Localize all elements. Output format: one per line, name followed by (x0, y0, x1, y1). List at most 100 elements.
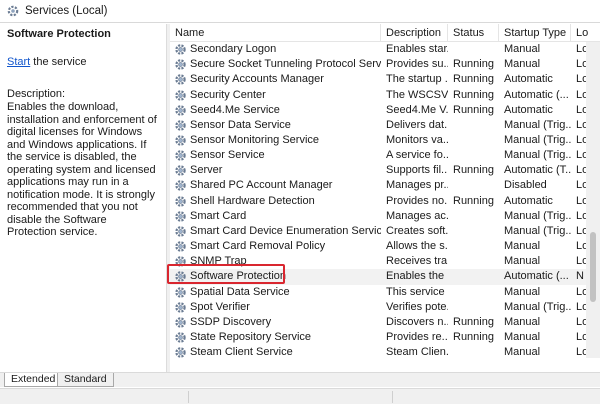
start-service-link[interactable]: Start (7, 56, 30, 68)
table-row[interactable]: SSDP Discovery Discovers n... Running Manua… (170, 315, 600, 330)
table-row[interactable]: Spot Verifier Verifies pote... Manual (Tri… (170, 300, 600, 315)
gear-icon (174, 58, 187, 71)
service-startup-cell: Manual (504, 331, 541, 344)
service-description-cell: Enables the ... (386, 270, 448, 283)
status-separator (188, 391, 189, 403)
service-startup-cell: Automatic (504, 103, 553, 116)
service-status-cell (448, 209, 499, 224)
table-row[interactable]: Secondary LogonEnables star...ManualLo (170, 42, 600, 57)
service-name-cell: Seed4.Me Service (170, 103, 381, 118)
service-description-cell: A service fo... (386, 149, 448, 162)
column-header-name[interactable]: Name (170, 24, 381, 42)
gear-icon (174, 104, 187, 117)
service-startup-cell: Automatic (504, 194, 553, 207)
service-status-cell (448, 148, 499, 163)
table-row[interactable]: Security Center The WSCSV... Running Automa… (170, 87, 600, 102)
column-header-log-on-as[interactable]: Lo (571, 24, 600, 42)
description-label: Description: (7, 88, 66, 100)
table-row[interactable]: Smart Card Removal Policy Allows the s...… (170, 239, 600, 254)
table-row[interactable]: Sensor Monitoring Service Monitors va... M… (170, 133, 600, 148)
vertical-scrollbar[interactable] (586, 42, 600, 358)
gear-icon (174, 89, 187, 102)
scrollbar-thumb[interactable] (590, 232, 596, 302)
gear-icon (174, 195, 187, 208)
table-row[interactable]: Smart CardManages ac...Manual (Trig...Lo (170, 209, 600, 224)
table-row[interactable]: Smart Card Device Enumeration Service Cre… (170, 224, 600, 239)
service-name: Secure Socket Tunneling Protocol Service (190, 58, 381, 71)
service-startup-cell: Manual (504, 315, 541, 328)
service-name-cell: Smart Card (170, 209, 381, 224)
service-status-cell (448, 300, 499, 315)
service-name-cell: Steam Client Service (170, 345, 381, 360)
service-status-cell (448, 345, 499, 360)
service-name-cell: Security Center (170, 88, 381, 103)
gear-icon (174, 301, 187, 314)
service-status-cell (448, 239, 499, 254)
gear-icon (174, 255, 187, 268)
table-row[interactable]: Server Supports fil... Running Automatic (T… (170, 163, 600, 178)
gear-icon (174, 210, 187, 223)
table-row[interactable]: Spatial Data Service This service ... Manu… (170, 285, 600, 300)
table-row[interactable]: SNMP TrapReceives tra...ManualLo (170, 254, 600, 269)
service-name: Security Accounts Manager (190, 73, 324, 86)
service-name-cell: Security Accounts Manager (170, 72, 381, 87)
window-title: Services (Local) (25, 5, 108, 17)
service-startup-cell: Automatic (... (504, 270, 569, 283)
column-header-description[interactable]: Description (381, 24, 448, 42)
column-header-startup-type[interactable]: Startup Type (499, 24, 571, 42)
gear-icon (174, 149, 187, 162)
gear-icon (174, 119, 187, 132)
table-row[interactable]: Shared PC Account Manager Manages pr... Di… (170, 178, 600, 193)
service-name-cell: Shared PC Account Manager (170, 178, 381, 193)
status-bar (0, 388, 600, 404)
service-status-cell: Running (453, 103, 494, 116)
service-startup-cell: Automatic (... (504, 88, 569, 101)
service-startup-cell: Manual (Trig... (504, 209, 571, 222)
service-startup-cell: Automatic (T... (504, 164, 571, 177)
service-name-cell: Spatial Data Service (170, 285, 381, 300)
service-name: Server (190, 164, 223, 177)
service-status-cell: Running (453, 73, 494, 86)
view-tabs: Extended Standard (0, 372, 600, 387)
service-name: SNMP Trap (190, 255, 247, 268)
gear-icon (174, 43, 187, 56)
service-name: Seed4.Me Service (190, 103, 280, 116)
gear-icon (174, 286, 187, 299)
service-description-cell: The WSCSV... (386, 88, 448, 101)
service-startup-cell: Automatic (504, 73, 553, 86)
service-status-cell: Running (453, 194, 494, 207)
table-row[interactable]: Seed4.Me Service Seed4.Me V... Running Auto… (170, 103, 600, 118)
services-icon (7, 5, 19, 17)
table-row[interactable]: Sensor Service A service fo... Manual (Tri… (170, 148, 600, 163)
service-startup-cell: Manual (504, 43, 541, 56)
table-row[interactable]: Steam Client Service Steam Clien... Manual… (170, 345, 600, 360)
service-name: Shell Hardware Detection (190, 194, 315, 207)
tab-standard[interactable]: Standard (57, 373, 114, 387)
service-name-cell: Smart Card Removal Policy (170, 239, 381, 254)
column-header-status[interactable]: Status (448, 24, 499, 42)
service-startup-cell: Manual (504, 285, 541, 298)
service-startup-cell: Manual (Trig... (504, 118, 571, 131)
table-row[interactable]: Sensor Data Service Delivers dat... Manual… (170, 118, 600, 133)
services-rows: Secondary LogonEnables star...ManualLoSe… (170, 42, 600, 360)
service-action-suffix: the service (30, 56, 87, 68)
table-row[interactable]: Security Accounts Manager The startup ...… (170, 72, 600, 87)
service-description-cell: Delivers dat... (386, 118, 448, 131)
service-description-cell: Discovers n... (386, 315, 448, 328)
tab-extended[interactable]: Extended (4, 373, 63, 387)
gear-icon (174, 164, 187, 177)
service-name-cell: Sensor Data Service (170, 118, 381, 133)
service-name: Spatial Data Service (190, 285, 290, 298)
service-startup-cell: Manual (Trig... (504, 134, 571, 147)
table-row[interactable]: State Repository Service Provides re... Ru… (170, 330, 600, 345)
table-row[interactable]: Shell Hardware Detection Provides no... Ru… (170, 194, 600, 209)
service-status-cell (448, 118, 499, 133)
service-name-cell: Software Protection (170, 269, 381, 284)
service-name: Smart Card Device Enumeration Service (190, 224, 381, 237)
table-row[interactable]: Software Protection Enables the ... Automa… (170, 269, 600, 285)
table-row[interactable]: Secure Socket Tunneling Protocol Service… (170, 57, 600, 72)
service-status-cell: Running (453, 315, 494, 328)
service-startup-cell: Disabled (504, 179, 547, 192)
service-startup-cell: Manual (504, 58, 541, 71)
service-name: SSDP Discovery (190, 315, 272, 328)
